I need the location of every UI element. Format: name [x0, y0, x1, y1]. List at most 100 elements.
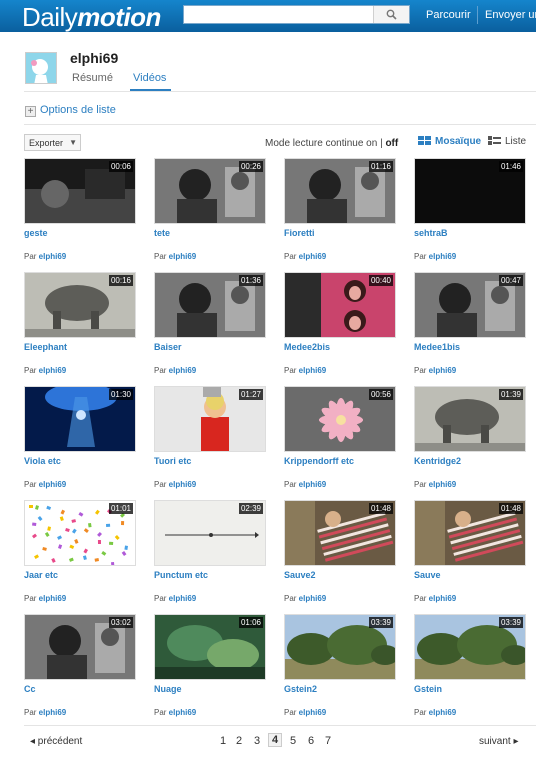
- divider: [24, 725, 536, 726]
- pagination-page-link[interactable]: 7: [325, 735, 331, 747]
- video-owner-link[interactable]: elphi69: [169, 708, 197, 717]
- video-duration: 00:56: [368, 389, 393, 400]
- video-duration: 01:30: [108, 389, 133, 400]
- video-owner-link[interactable]: elphi69: [429, 708, 457, 717]
- video-thumbnail[interactable]: 00:06: [24, 158, 136, 224]
- byline-prefix: Par: [154, 594, 169, 603]
- video-title[interactable]: Nuage: [154, 684, 182, 694]
- pagination-prev[interactable]: ◂ précédent: [30, 736, 82, 747]
- video-title[interactable]: Baiser: [154, 342, 182, 352]
- video-title[interactable]: Medee1bis: [414, 342, 460, 352]
- continuous-play-off[interactable]: off: [385, 138, 398, 149]
- list-icon: [488, 136, 501, 145]
- video-owner-link[interactable]: elphi69: [429, 594, 457, 603]
- search-input[interactable]: [184, 6, 372, 23]
- video-thumbnail[interactable]: 01:48: [414, 500, 526, 566]
- video-title[interactable]: Sauve: [414, 570, 441, 580]
- video-owner-link[interactable]: elphi69: [299, 594, 327, 603]
- pagination-page-link[interactable]: 3: [254, 735, 260, 747]
- video-title[interactable]: Tuori etc: [154, 456, 191, 466]
- video-title[interactable]: Krippendorff etc: [284, 456, 354, 466]
- video-thumbnail[interactable]: 03:02: [24, 614, 136, 680]
- video-thumbnail[interactable]: 01:01: [24, 500, 136, 566]
- byline-prefix: Par: [154, 480, 169, 489]
- video-thumbnail[interactable]: 02:39: [154, 500, 266, 566]
- video-thumbnail[interactable]: 00:47: [414, 272, 526, 338]
- video-owner-link[interactable]: elphi69: [39, 366, 67, 375]
- video-duration: 01:36: [238, 275, 263, 286]
- video-title[interactable]: tete: [154, 228, 170, 238]
- byline-prefix: Par: [154, 366, 169, 375]
- pagination-page-link[interactable]: 1: [220, 735, 226, 747]
- continuous-play-toggle[interactable]: Mode lecture continue on | off: [265, 138, 398, 149]
- video-owner-link[interactable]: elphi69: [169, 594, 197, 603]
- video-thumbnail[interactable]: 01:30: [24, 386, 136, 452]
- video-owner-link[interactable]: elphi69: [169, 252, 197, 261]
- video-thumbnail[interactable]: 01:46: [414, 158, 526, 224]
- video-title[interactable]: Viola etc: [24, 456, 61, 466]
- video-title[interactable]: Fioretti: [284, 228, 315, 238]
- video-owner-link[interactable]: elphi69: [169, 480, 197, 489]
- video-owner-link[interactable]: elphi69: [39, 708, 67, 717]
- byline-prefix: Par: [284, 708, 299, 717]
- video-thumbnail[interactable]: 00:40: [284, 272, 396, 338]
- video-owner-link[interactable]: elphi69: [429, 480, 457, 489]
- profile-username[interactable]: elphi69: [70, 50, 118, 66]
- video-title[interactable]: Sauve2: [284, 570, 316, 580]
- view-mosaic[interactable]: Mosaïque: [418, 136, 481, 147]
- video-title[interactable]: geste: [24, 228, 48, 238]
- nav-upload[interactable]: Envoyer un: [485, 9, 536, 21]
- video-owner-link[interactable]: elphi69: [429, 252, 457, 261]
- search-button[interactable]: [373, 6, 409, 23]
- video-thumbnail[interactable]: 01:39: [414, 386, 526, 452]
- nav-browse[interactable]: Parcourir: [426, 9, 471, 21]
- list-options-label: Options de liste: [40, 104, 116, 116]
- video-thumbnail[interactable]: 00:56: [284, 386, 396, 452]
- video-owner-link[interactable]: elphi69: [299, 252, 327, 261]
- video-thumbnail[interactable]: 03:39: [284, 614, 396, 680]
- video-owner-link[interactable]: elphi69: [39, 594, 67, 603]
- pagination-page-link[interactable]: 5: [290, 735, 296, 747]
- avatar[interactable]: [25, 52, 57, 84]
- video-thumbnail[interactable]: 00:26: [154, 158, 266, 224]
- video-byline: Par elphi69: [414, 252, 456, 261]
- video-title[interactable]: Kentridge2: [414, 456, 461, 466]
- video-owner-link[interactable]: elphi69: [299, 366, 327, 375]
- video-thumbnail[interactable]: 00:16: [24, 272, 136, 338]
- view-list[interactable]: Liste: [488, 136, 526, 147]
- export-dropdown[interactable]: Exporter ▼: [24, 134, 81, 151]
- dailymotion-logo[interactable]: Dailymotion: [22, 2, 161, 33]
- video-owner-link[interactable]: elphi69: [39, 252, 67, 261]
- video-thumbnail[interactable]: 03:39: [414, 614, 526, 680]
- pagination-page-link[interactable]: 6: [308, 735, 314, 747]
- byline-prefix: Par: [24, 480, 39, 489]
- video-thumbnail[interactable]: 01:16: [284, 158, 396, 224]
- video-owner-link[interactable]: elphi69: [169, 366, 197, 375]
- video-title[interactable]: Cc: [24, 684, 36, 694]
- video-title[interactable]: sehtraB: [414, 228, 448, 238]
- video-title[interactable]: Jaar etc: [24, 570, 58, 580]
- tab-resume[interactable]: Résumé: [72, 72, 113, 84]
- video-title[interactable]: Gstein: [414, 684, 442, 694]
- video-title[interactable]: Punctum etc: [154, 570, 208, 580]
- list-options-toggle[interactable]: + Options de liste: [25, 104, 116, 117]
- video-title[interactable]: Gstein2: [284, 684, 317, 694]
- pagination-page-link[interactable]: 2: [236, 735, 242, 747]
- video-thumbnail[interactable]: 01:48: [284, 500, 396, 566]
- video-thumbnail[interactable]: 01:06: [154, 614, 266, 680]
- video-byline: Par elphi69: [414, 594, 456, 603]
- continuous-play-label: Mode lecture continue on |: [265, 138, 386, 149]
- video-byline: Par elphi69: [284, 252, 326, 261]
- video-owner-link[interactable]: elphi69: [429, 366, 457, 375]
- tab-videos[interactable]: Vidéos: [133, 72, 166, 84]
- top-bar: Dailymotion Parcourir Envoyer un: [0, 0, 536, 32]
- video-title[interactable]: Eleephant: [24, 342, 67, 352]
- video-title[interactable]: Medee2bis: [284, 342, 330, 352]
- video-owner-link[interactable]: elphi69: [299, 708, 327, 717]
- video-duration: 01:06: [238, 617, 263, 628]
- video-thumbnail[interactable]: 01:36: [154, 272, 266, 338]
- video-owner-link[interactable]: elphi69: [299, 480, 327, 489]
- pagination-next[interactable]: suivant ▸: [479, 736, 518, 747]
- video-thumbnail[interactable]: 01:27: [154, 386, 266, 452]
- video-owner-link[interactable]: elphi69: [39, 480, 67, 489]
